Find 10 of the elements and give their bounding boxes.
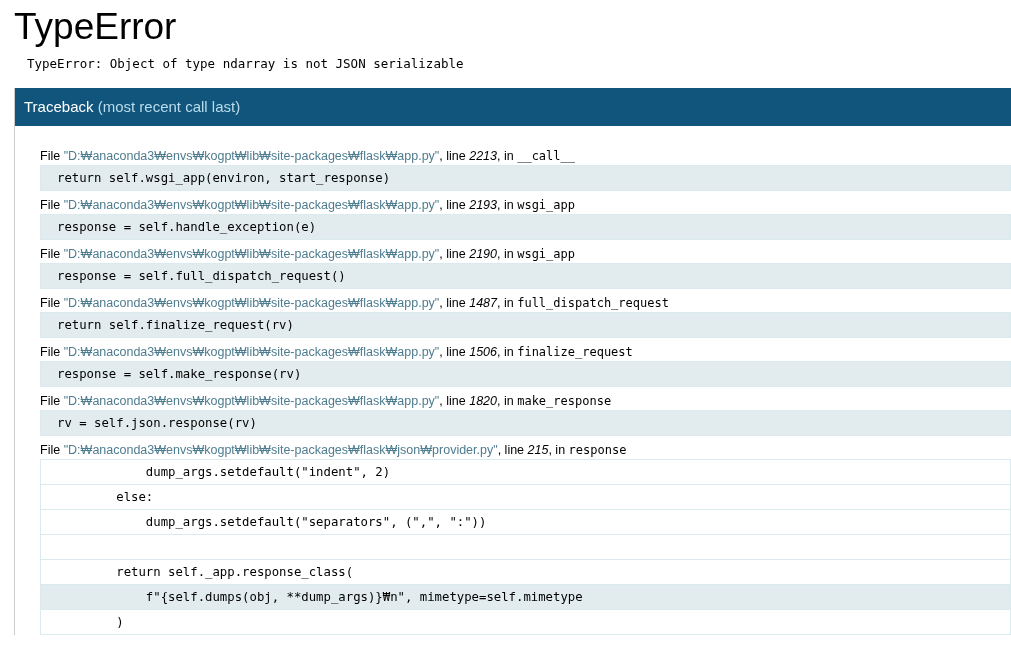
frame-location: File "D:₩anaconda3₩envs₩kogpt₩lib₩site-packages₩flask₩app.py", line 1820, in make_response xyxy=(40,393,613,410)
error-title: TypeError xyxy=(13,5,178,49)
frame-location: File "D:₩anaconda3₩envs₩kogpt₩lib₩site-packages₩flask₩app.py", line 1506, in finalize_request xyxy=(40,344,634,361)
frame-location: File "D:₩anaconda3₩envs₩kogpt₩lib₩site-packages₩flask₩app.py", line 2190, in wsgi_app xyxy=(40,246,576,263)
frame-location: File "D:₩anaconda3₩envs₩kogpt₩lib₩site-packages₩flask₩app.py", line 1487, in full_dispatch_request xyxy=(40,295,670,312)
frame-location: File "D:₩anaconda3₩envs₩kogpt₩lib₩site-packages₩flask₩app.py", line 2193, in wsgi_app xyxy=(40,197,576,214)
frame-location: File "D:₩anaconda3₩envs₩kogpt₩lib₩site-packages₩flask₩json₩provider.py", line 215, in response xyxy=(40,442,628,459)
traceback-header: Traceback (most recent call last) xyxy=(15,88,1011,126)
error-message: TypeError: Object of type ndarray is not JSON serializable xyxy=(27,56,465,71)
frame-location: File "D:₩anaconda3₩envs₩kogpt₩lib₩site-packages₩flask₩app.py", line 2213, in __call__ xyxy=(40,148,576,165)
